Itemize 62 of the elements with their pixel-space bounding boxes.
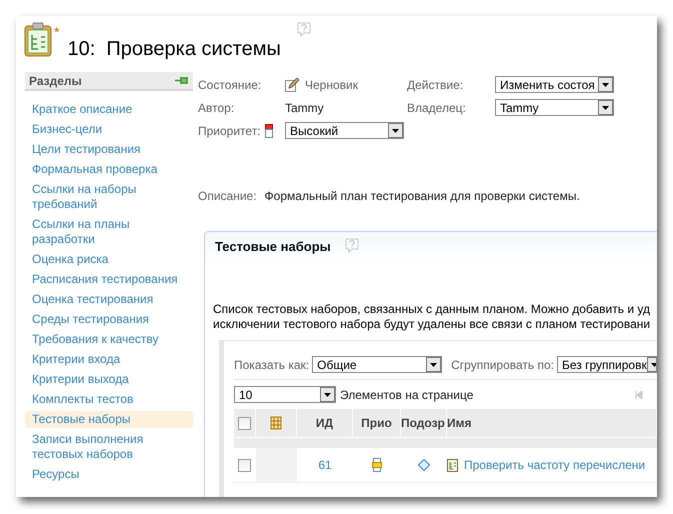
sidebar-link[interactable]: Ссылки на планы разработки — [25, 216, 193, 248]
sidebar-link[interactable]: Комплекты тестов — [25, 391, 193, 408]
sidebar-link[interactable]: Ссылки на наборы требований — [25, 181, 193, 213]
sidebar-link[interactable]: Оценка риска — [25, 251, 193, 268]
sidebar-title: Разделы — [29, 74, 82, 88]
field-label: Владелец: — [407, 100, 467, 114]
checkbox[interactable] — [238, 416, 251, 430]
caret-icon — [598, 100, 613, 115]
sidebar-link[interactable]: Цели тестирования — [25, 141, 193, 158]
priority-select[interactable]: Высокий — [285, 122, 404, 139]
field-label: Состояние: — [198, 78, 262, 92]
sidebar-link[interactable]: Оценка тестирования — [25, 291, 193, 308]
field-label: Действие: — [407, 78, 464, 92]
caret-icon — [426, 357, 442, 372]
sidebar-link[interactable]: Требования к качеству — [25, 331, 193, 348]
field-label: Описание: — [198, 189, 257, 203]
priority-icon — [372, 458, 382, 472]
caret-icon — [388, 123, 403, 138]
modified-marker: * — [54, 24, 60, 40]
sidebar-link[interactable]: Расписания тестирования — [25, 271, 193, 288]
page-title: 10: Проверка системы — [67, 38, 281, 61]
page-size-select[interactable]: 10 — [234, 386, 336, 403]
sidebar-link[interactable]: Критерии выхода — [25, 371, 193, 388]
checkbox[interactable] — [238, 458, 251, 472]
group-by-label: Сгруппировать по: — [451, 358, 554, 372]
state-value: Черновик — [305, 78, 358, 92]
field-label: Автор: — [198, 100, 236, 114]
sidebar-link[interactable]: Записи выполнения тестовых наборов — [25, 431, 193, 463]
column-header[interactable]: ИД — [297, 409, 353, 437]
description-text: Формальный план тестирования для проверки системы. — [264, 189, 580, 203]
test-suite-link[interactable]: Проверить частоту перечислени — [464, 458, 646, 472]
page-size-label: Элементов на странице — [340, 388, 474, 402]
priority-icon — [264, 124, 273, 138]
field-label: Приоритет: — [198, 124, 261, 138]
panel-description: Список тестовых наборов, связанных с данным планом. Можно добавить и уд исключении тестового набора будут удалены все связи с планом тестировани — [213, 302, 652, 332]
pin-icon[interactable] — [175, 76, 189, 85]
help-icon[interactable] — [296, 22, 311, 38]
author-value: Tammy — [285, 100, 325, 114]
columns-icon[interactable] — [270, 416, 282, 430]
sidebar-link[interactable]: Критерии входа — [25, 351, 193, 368]
owner-select[interactable]: Tammy — [495, 99, 614, 116]
diamond-icon — [418, 459, 430, 471]
show-as-select[interactable]: Общие — [312, 356, 442, 373]
column-header[interactable]: Подозр — [401, 409, 447, 437]
action-select[interactable]: Изменить состоя — [495, 76, 614, 93]
id-link[interactable]: 61 — [318, 458, 332, 472]
sidebar-link[interactable]: Формальная проверка — [25, 161, 193, 178]
panel-title: Тестовые наборы — [215, 238, 331, 254]
group-by-select[interactable]: Без группировк — [557, 356, 657, 373]
caret-icon — [598, 77, 613, 92]
show-as-label: Показать как: — [234, 358, 310, 372]
first-page-icon[interactable] — [635, 390, 644, 398]
help-icon[interactable] — [344, 238, 359, 254]
column-header[interactable]: Имя — [447, 409, 657, 437]
sidebar-link[interactable]: Среды тестирования — [25, 311, 193, 328]
pencil-note-icon — [285, 78, 299, 92]
caret-icon — [320, 387, 335, 402]
column-header[interactable]: Прио — [353, 409, 401, 437]
sidebar-link[interactable]: Краткое описание — [25, 101, 193, 118]
sidebar-link[interactable]: Бизнес-цели — [25, 121, 193, 138]
sidebar-link[interactable]: Тестовые наборы — [25, 411, 193, 428]
sidebar-link[interactable]: Ресурсы — [25, 466, 193, 483]
